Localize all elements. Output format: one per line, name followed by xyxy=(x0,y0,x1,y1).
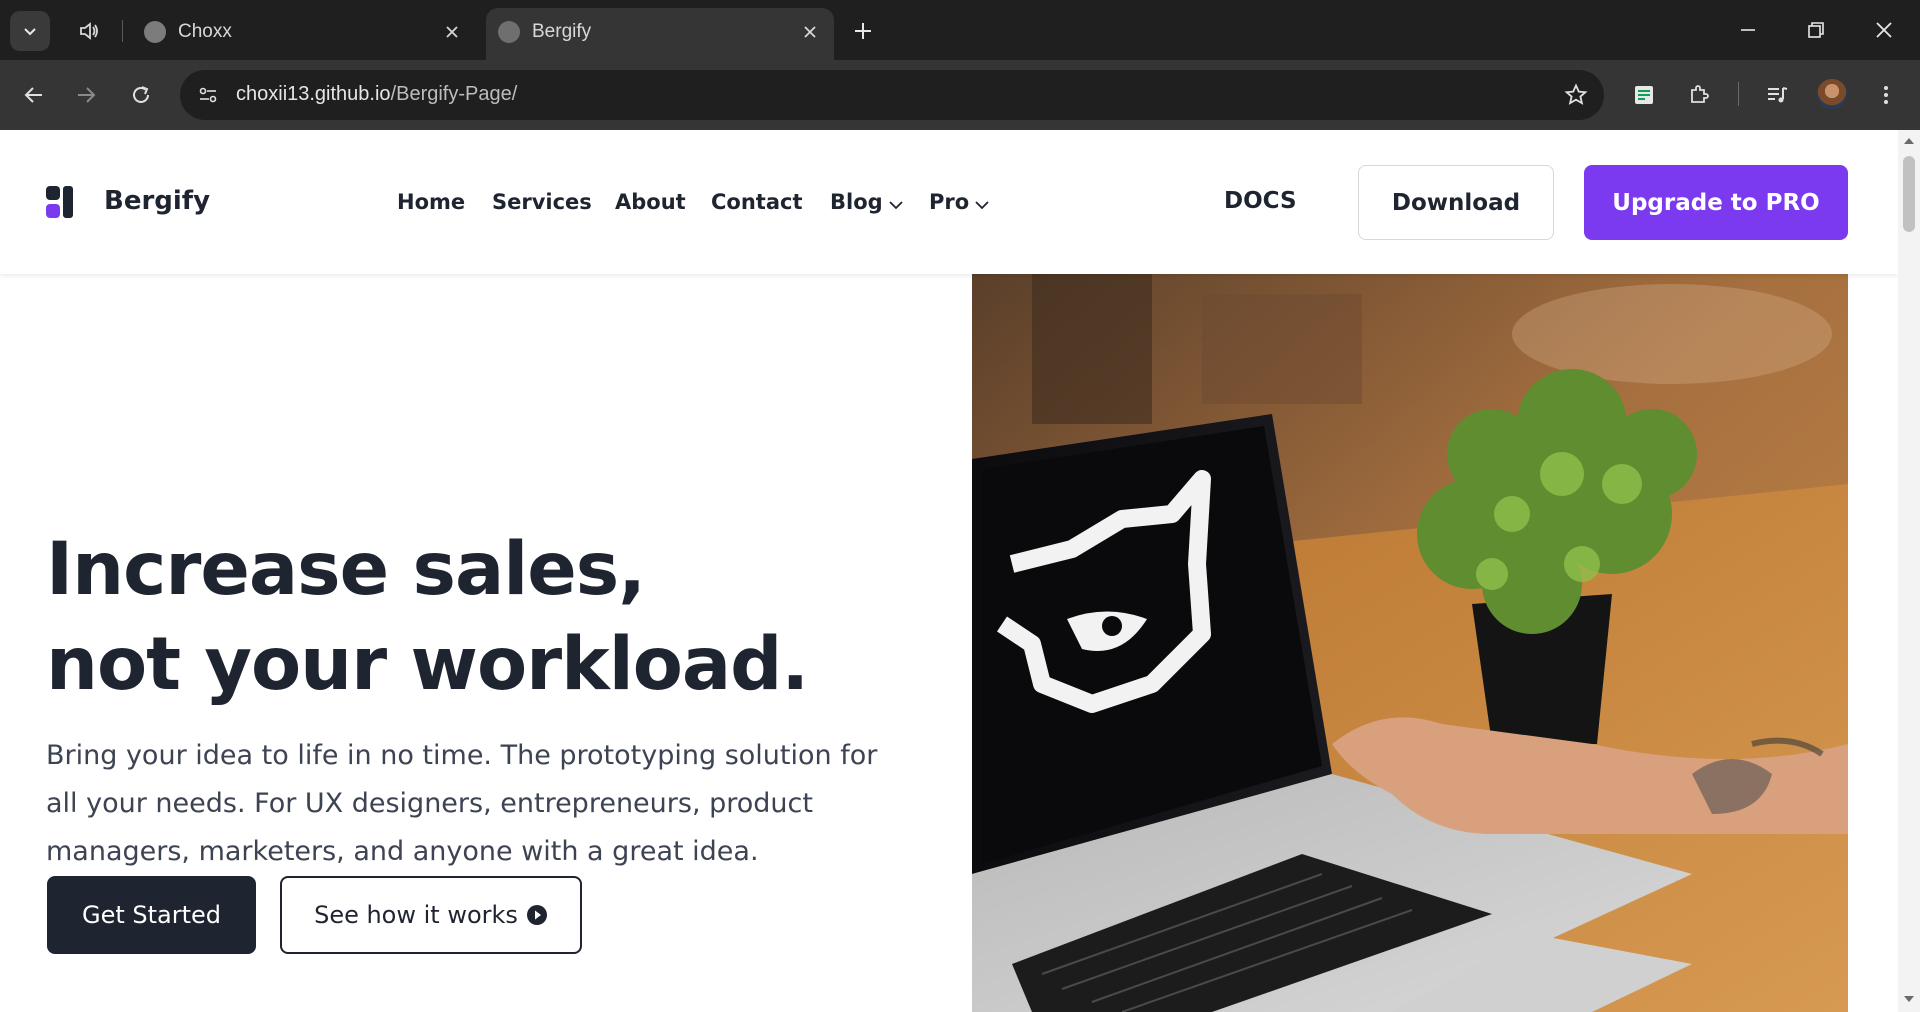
sheets-extension-button[interactable] xyxy=(1626,77,1662,113)
tab-title: Choxx xyxy=(178,21,232,42)
see-how-it-works-button[interactable]: See how it works xyxy=(280,876,582,954)
hero-title-line-2: not your workload. xyxy=(46,622,809,707)
url-path: /Bergify-Page/ xyxy=(390,83,518,105)
forward-button[interactable] xyxy=(66,75,106,115)
minimize-button[interactable] xyxy=(1728,12,1768,48)
nav-about[interactable]: About xyxy=(615,190,686,214)
nav-home[interactable]: Home xyxy=(397,190,465,214)
chrome-menu-button[interactable] xyxy=(1868,77,1904,113)
site-info-button[interactable] xyxy=(192,79,224,111)
hero-title: Increase sales, not your workload. xyxy=(46,522,809,712)
reload-button[interactable] xyxy=(121,75,161,115)
back-button[interactable] xyxy=(14,75,54,115)
close-icon xyxy=(446,26,458,38)
chevron-down-icon xyxy=(24,28,36,36)
profile-avatar[interactable] xyxy=(1817,79,1847,109)
new-tab-button[interactable] xyxy=(848,16,878,46)
tab-close-button[interactable] xyxy=(798,20,822,44)
globe-icon xyxy=(498,21,520,43)
restore-icon xyxy=(1808,22,1824,38)
arrow-left-icon xyxy=(24,87,42,103)
page-viewport: Bergify Home Services About Contact Blog… xyxy=(0,130,1898,1012)
speaker-icon xyxy=(80,22,98,40)
page-scrollbar[interactable] xyxy=(1898,130,1920,1012)
hero-subtitle: Bring your idea to life in no time. The … xyxy=(46,740,878,867)
download-button[interactable]: Download xyxy=(1358,165,1554,240)
bookmark-button[interactable] xyxy=(1560,79,1592,111)
docs-link[interactable]: DOCS xyxy=(1224,188,1297,214)
nav-services[interactable]: Services xyxy=(492,190,592,214)
queue-music-icon xyxy=(1768,87,1788,103)
brand-name[interactable]: Bergify xyxy=(104,186,210,216)
get-started-button[interactable]: Get Started xyxy=(47,876,256,954)
tab-audio-button[interactable] xyxy=(74,16,104,46)
see-how-it-works-label: See how it works xyxy=(314,901,518,929)
tab-search-dropdown-button[interactable] xyxy=(10,11,50,51)
arrow-right-icon xyxy=(78,87,96,103)
upgrade-to-pro-button[interactable]: Upgrade to PRO xyxy=(1584,165,1848,240)
plus-icon xyxy=(855,23,871,39)
close-icon xyxy=(804,26,816,38)
nav-home-label: Home xyxy=(397,190,466,214)
url-text: choxii13.github.io/Bergify-Page/ xyxy=(236,83,517,106)
chevron-down-icon xyxy=(975,191,989,215)
nav-contact[interactable]: Contact xyxy=(711,190,803,214)
scrollbar-thumb[interactable] xyxy=(1903,156,1915,232)
minimize-icon xyxy=(1741,29,1755,31)
nav-pro-label: Pro xyxy=(929,190,970,214)
url-host: choxii13.github.io xyxy=(236,83,391,105)
close-window-button[interactable] xyxy=(1864,12,1904,48)
play-circle-icon xyxy=(526,904,548,926)
puzzle-icon xyxy=(1691,85,1709,103)
reload-icon xyxy=(133,86,149,103)
toolbar-divider xyxy=(1738,82,1739,106)
nav-services-label: Services xyxy=(492,190,592,214)
nav-blog-dropdown[interactable]: Blog xyxy=(830,190,903,215)
site-header: Bergify Home Services About Contact Blog… xyxy=(0,130,1898,274)
tab-title: Bergify xyxy=(532,21,592,42)
spreadsheet-icon xyxy=(1635,86,1653,104)
star-icon xyxy=(1564,83,1588,105)
browser-toolbar: choxii13.github.io/Bergify-Page/ xyxy=(0,60,1920,130)
more-vertical-icon xyxy=(1884,86,1888,104)
scroll-down-arrow-icon[interactable] xyxy=(1898,994,1920,1008)
address-bar[interactable]: choxii13.github.io/Bergify-Page/ xyxy=(180,70,1604,120)
hero-photo-laptop-plant xyxy=(972,274,1848,1012)
close-icon xyxy=(1876,22,1892,38)
nav-blog-label: Blog xyxy=(830,190,883,214)
tab-divider xyxy=(122,20,123,42)
tune-icon xyxy=(199,87,217,103)
tab-bergify[interactable]: Bergify xyxy=(486,8,834,60)
browser-tab-strip: Choxx Bergify xyxy=(0,0,1920,60)
media-controls-button[interactable] xyxy=(1759,77,1795,113)
restore-button[interactable] xyxy=(1796,12,1836,48)
globe-icon xyxy=(144,21,166,43)
chevron-down-icon xyxy=(889,191,903,215)
tab-choxx[interactable]: Choxx xyxy=(132,8,476,60)
hero-title-line-1: Increase sales, xyxy=(46,527,646,612)
scroll-up-arrow-icon[interactable] xyxy=(1898,136,1920,150)
tab-close-button[interactable] xyxy=(440,20,464,44)
logo-icon[interactable] xyxy=(46,186,76,220)
nav-about-label: About xyxy=(615,190,686,214)
nav-contact-label: Contact xyxy=(711,190,803,214)
extensions-button[interactable] xyxy=(1681,77,1717,113)
nav-pro-dropdown[interactable]: Pro xyxy=(929,190,989,215)
